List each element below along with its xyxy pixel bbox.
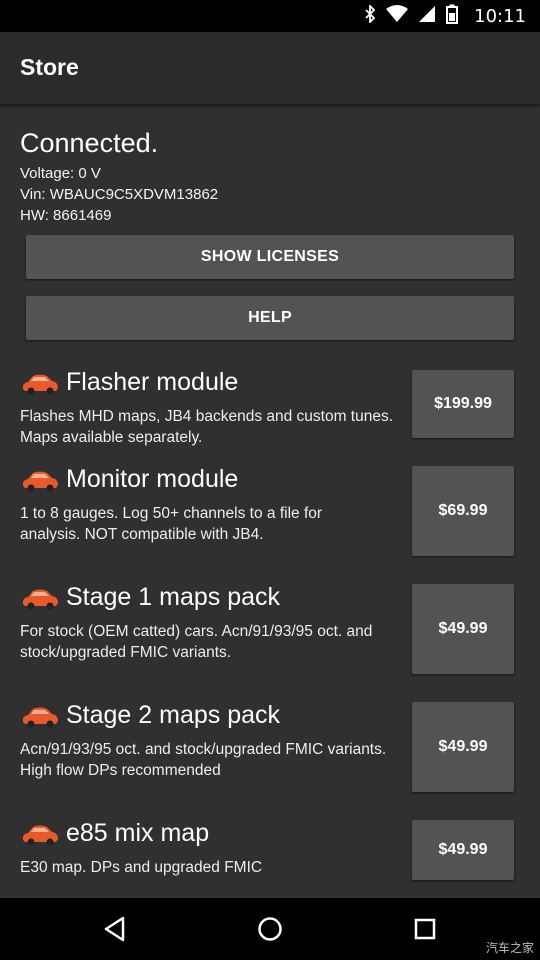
buy-button-e85-mix-map[interactable]: $49.99 [412, 820, 514, 880]
help-button[interactable]: HELP [26, 296, 514, 340]
hw-text: HW: 8661469 [20, 207, 112, 224]
buy-button-stage-1-maps-pack[interactable]: $49.99 [412, 584, 514, 674]
back-icon[interactable] [95, 910, 135, 948]
car-icon [20, 585, 60, 611]
status-time: 10:11 [474, 5, 526, 27]
car-icon [20, 821, 60, 847]
car-icon [20, 370, 60, 396]
battery-icon [446, 4, 459, 29]
buy-button-flasher-module[interactable]: $199.99 [412, 370, 514, 438]
buy-button-stage-2-maps-pack[interactable]: $49.99 [412, 702, 514, 792]
product-title: Flasher module [66, 368, 239, 396]
product-description: Acn/91/93/95 oct. and stock/upgraded FMI… [20, 741, 387, 779]
buy-button-monitor-module[interactable]: $69.99 [412, 466, 514, 556]
voltage-text: Voltage: 0 V [20, 165, 101, 182]
vin-text: Vin: WBAUC9C5XDVM13862 [20, 186, 219, 203]
product-description: For stock (OEM catted) cars. Acn/91/93/9… [20, 623, 373, 661]
recents-icon[interactable] [405, 910, 445, 948]
page-title: Store [20, 54, 79, 80]
product-title: e85 mix map [66, 819, 210, 847]
show-licenses-button[interactable]: SHOW LICENSES [26, 235, 514, 279]
product-description: 1 to 8 gauges. Log 50+ channels to a fil… [20, 505, 323, 543]
car-icon [20, 467, 60, 493]
watermark: 汽车之家 [485, 941, 534, 955]
product-title: Stage 1 maps pack [66, 583, 281, 611]
wifi-icon [386, 4, 409, 28]
product-description: Flashes MHD maps, JB4 backends and custo… [20, 408, 394, 446]
cell-signal-icon [418, 5, 436, 28]
status-bar: 10:11 [0, 0, 540, 32]
home-icon[interactable] [250, 910, 290, 948]
product-description: E30 map. DPs and upgraded FMIC [20, 859, 263, 876]
car-icon [20, 703, 60, 729]
product-title: Stage 2 maps pack [66, 701, 281, 729]
app-bar: Store [0, 32, 540, 104]
bluetooth-icon [364, 3, 376, 28]
store-content[interactable]: Connected. Voltage: 0 V Vin: WBAUC9C5XDV… [0, 104, 540, 898]
connection-status: Connected. [20, 128, 159, 158]
product-title: Monitor module [66, 465, 239, 493]
navigation-bar: 汽车之家 [0, 898, 540, 960]
